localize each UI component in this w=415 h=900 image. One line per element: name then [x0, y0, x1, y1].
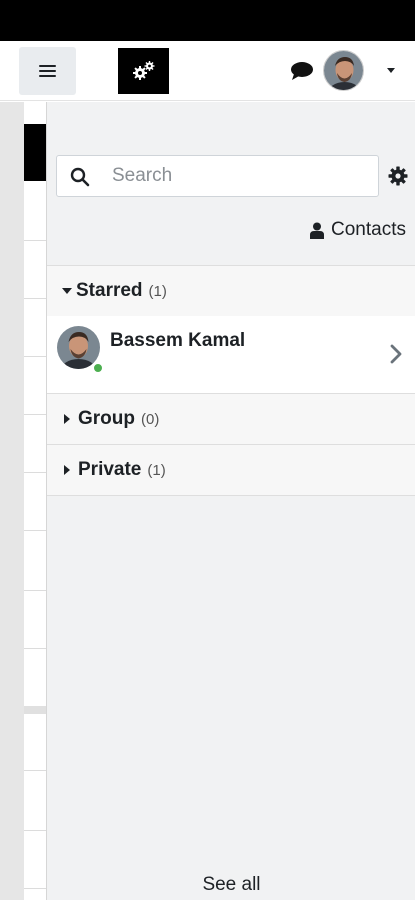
- contact-row[interactable]: Bassem Kamal: [47, 316, 415, 394]
- section-group-toggle[interactable]: Group (0): [47, 393, 415, 445]
- caret-right-icon: [64, 465, 70, 475]
- background-divider: [24, 240, 46, 241]
- background-divider: [24, 356, 46, 357]
- caret-down-icon: [62, 288, 72, 294]
- online-status-dot: [93, 363, 103, 373]
- search-box: [56, 155, 379, 197]
- section-label: Group: [78, 408, 135, 429]
- status-bar: [0, 0, 415, 41]
- section-label: Starred: [76, 280, 143, 301]
- background-divider: [24, 706, 46, 714]
- background-divider: [24, 414, 46, 415]
- speech-bubble-icon[interactable]: [290, 61, 314, 81]
- section-private-toggle[interactable]: Private (1): [47, 444, 415, 496]
- hamburger-menu-icon: [39, 64, 56, 78]
- contacts-label: Contacts: [331, 219, 406, 240]
- section-count: (0): [141, 410, 160, 428]
- section-count: (1): [147, 461, 166, 479]
- menu-toggle-button[interactable]: [19, 47, 76, 95]
- messages-drawer: Contacts Starred (1) Bassem Kamal Group …: [46, 102, 415, 900]
- background-block: [24, 124, 46, 181]
- avatar: [57, 326, 100, 369]
- section-starred-toggle[interactable]: Starred (1): [47, 265, 415, 317]
- contacts-link[interactable]: Contacts: [310, 219, 406, 241]
- top-navbar: [0, 41, 415, 101]
- site-logo[interactable]: [118, 48, 169, 94]
- search-icon: [70, 167, 90, 187]
- background-divider: [24, 530, 46, 531]
- section-label: Private: [78, 459, 142, 480]
- search-input[interactable]: [112, 156, 372, 196]
- chevron-right-icon: [390, 344, 402, 364]
- background-divider: [24, 590, 46, 591]
- caret-down-icon[interactable]: [387, 68, 395, 73]
- background-divider: [24, 770, 46, 771]
- background-divider: [24, 888, 46, 889]
- background-gutter: [0, 102, 24, 900]
- section-count: (1): [148, 282, 167, 300]
- contact-name: Bassem Kamal: [110, 330, 246, 351]
- gear-icon[interactable]: [388, 166, 408, 186]
- background-divider: [24, 298, 46, 299]
- user-photo: [324, 51, 363, 90]
- user-avatar[interactable]: [323, 50, 364, 91]
- user-icon: [310, 222, 325, 239]
- background-divider: [24, 472, 46, 473]
- background-divider: [24, 648, 46, 649]
- background-divider: [24, 830, 46, 831]
- contact-photo: [57, 326, 100, 369]
- gears-logo-icon: [132, 61, 154, 80]
- caret-right-icon: [64, 414, 70, 424]
- see-all-link[interactable]: See all: [47, 874, 415, 896]
